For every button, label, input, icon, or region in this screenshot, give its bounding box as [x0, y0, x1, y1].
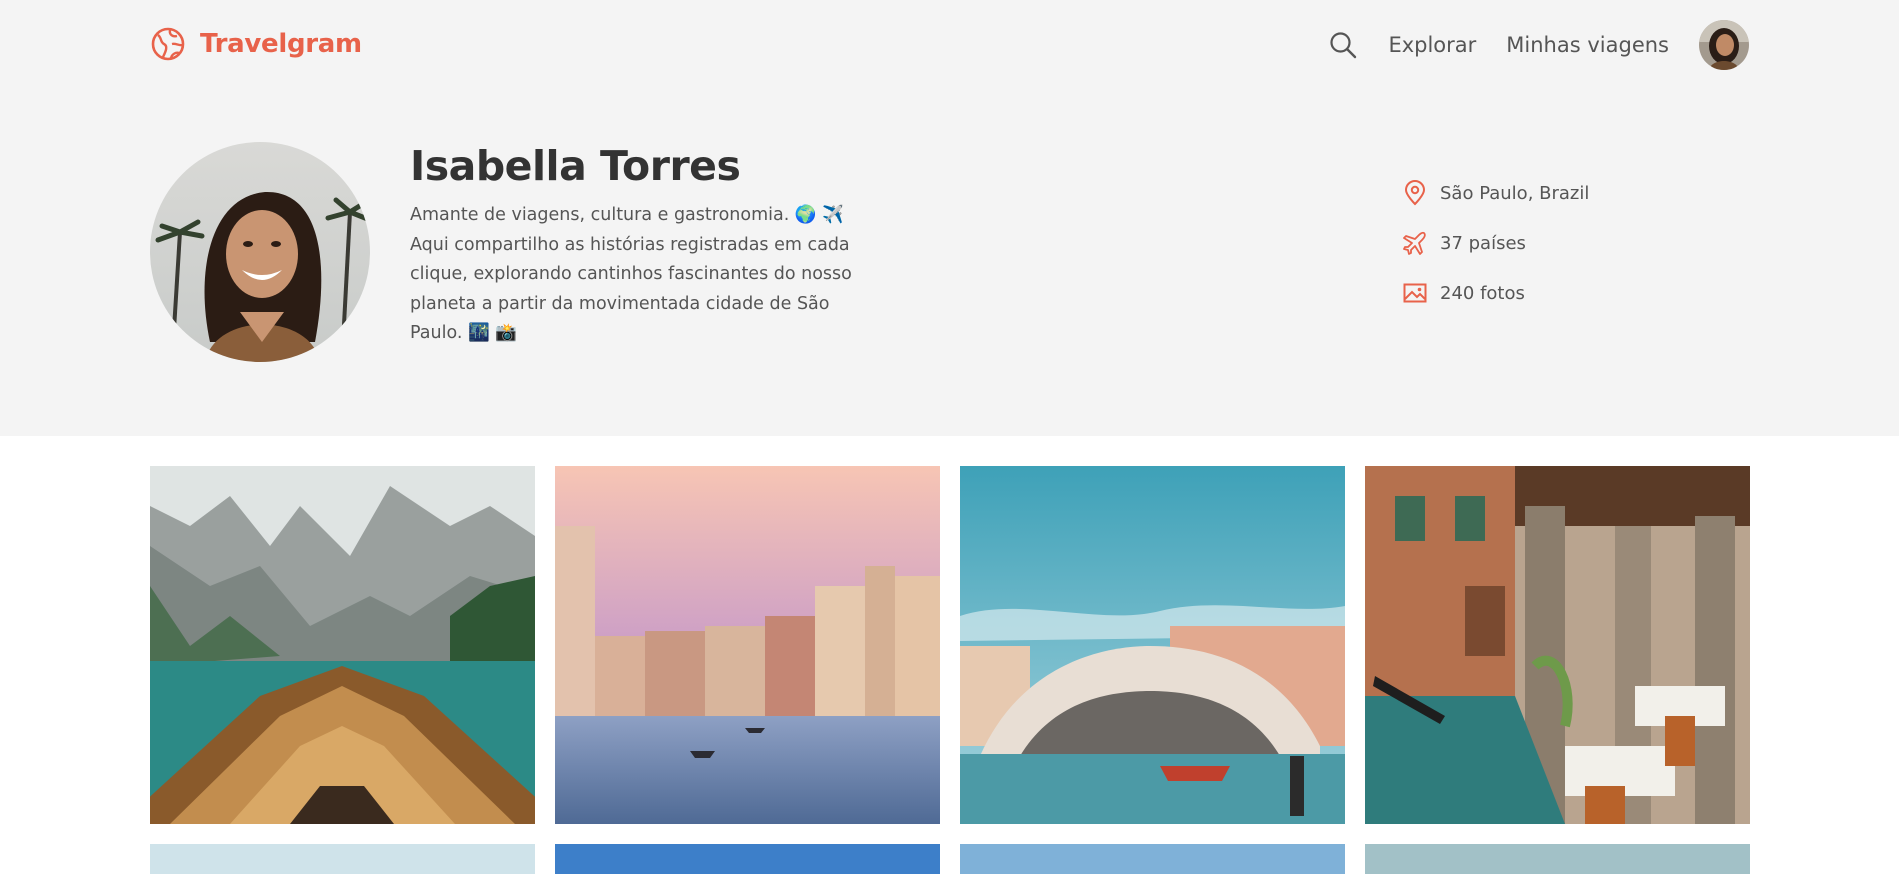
location-pin-icon [1404, 180, 1426, 206]
rialto-bridge-photo[interactable] [960, 466, 1345, 824]
nav-link-explorar[interactable]: Explorar [1388, 33, 1476, 57]
stat-countries-text: 37 países [1440, 232, 1526, 254]
nav-link-minhas-viagens[interactable]: Minhas viagens [1506, 33, 1669, 57]
stat-location: São Paulo, Brazil [1402, 180, 1589, 206]
gallery-photo-row2-2[interactable] [555, 844, 940, 874]
brand-logo[interactable]: Travelgram [150, 26, 362, 62]
stat-countries: 37 países [1402, 230, 1589, 256]
stat-photos: 240 fotos [1402, 280, 1589, 306]
profile-photo [150, 142, 370, 362]
top-nav: Explorar Minhas viagens [1328, 18, 1749, 72]
profile-name: Isabella Torres [410, 142, 741, 190]
user-avatar[interactable] [1699, 20, 1749, 70]
venice-cafe-terrace-photo[interactable] [1365, 466, 1750, 824]
stat-location-text: São Paulo, Brazil [1440, 182, 1590, 204]
image-icon [1403, 283, 1427, 303]
globe-icon [151, 27, 185, 61]
mountain-lake-boat-photo[interactable] [150, 466, 535, 824]
search-icon[interactable] [1328, 30, 1358, 60]
airplane-icon [1403, 231, 1426, 255]
gallery-photo-row2-3[interactable] [960, 844, 1345, 874]
profile-bio: Amante de viagens, cultura e gastronomia… [410, 205, 852, 344]
venice-canal-sunset-photo[interactable] [555, 466, 940, 824]
stat-photos-text: 240 fotos [1440, 282, 1525, 304]
gallery-photo-row2-1[interactable] [150, 844, 535, 874]
gallery-photo-row2-4[interactable] [1365, 844, 1750, 874]
profile-stats: São Paulo, Brazil 37 países 240 fotos [1402, 180, 1589, 330]
brand-name: Travelgram [200, 29, 362, 59]
